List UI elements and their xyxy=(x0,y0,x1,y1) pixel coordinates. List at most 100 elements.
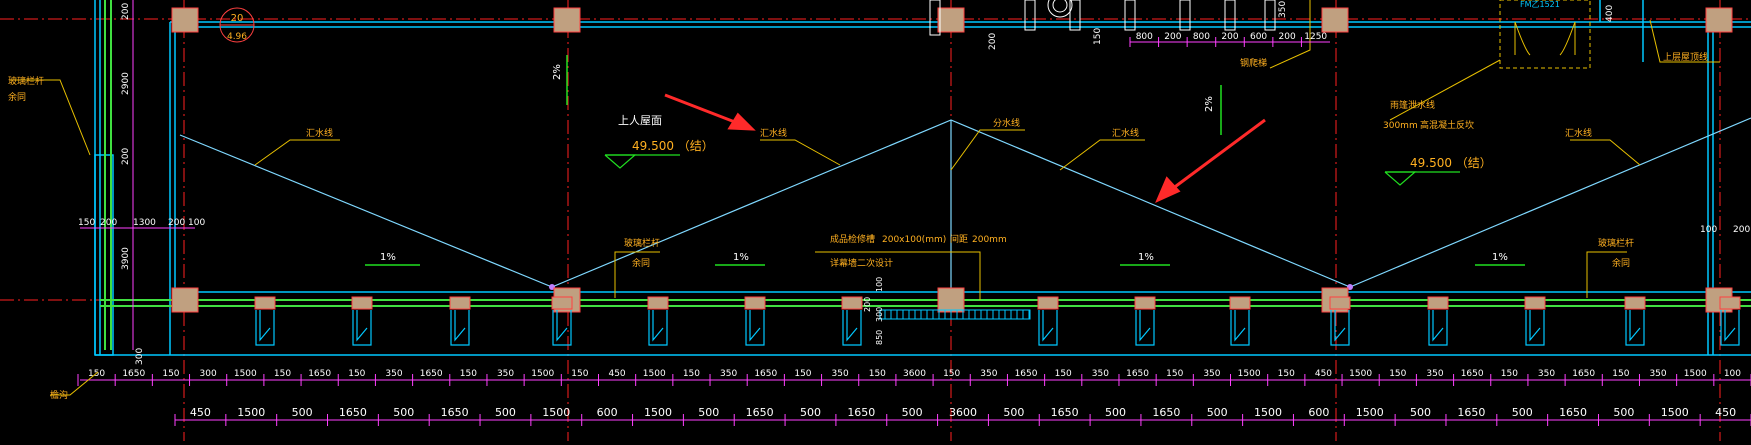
railing-pier xyxy=(351,296,373,346)
railing-note: 余同 xyxy=(1612,257,1630,269)
dimension-value: 350 xyxy=(1538,369,1555,379)
dim-text: 100 xyxy=(875,277,884,292)
ridge-line-label: 分水线 xyxy=(993,117,1020,129)
gutter-grate-bars xyxy=(884,310,1030,319)
dimension-row-1: 150 1650 150 300 1500 150 1650 150 350 1650 150 350… xyxy=(77,369,1751,386)
dimension-value: 200 xyxy=(1221,32,1238,42)
drain-line-label: 汇水线 xyxy=(1112,127,1139,139)
railing-pier xyxy=(1229,296,1251,346)
top-dimensions: 800 200 800 200 600 200 1250 xyxy=(1129,32,1330,47)
railing-pier xyxy=(254,296,276,346)
dim-text: 300 xyxy=(875,307,884,322)
dimension-value: 200 xyxy=(1279,32,1296,42)
dimension-value: 150 xyxy=(460,369,477,379)
red-arrow xyxy=(1155,118,1266,203)
gutter-spacing-label: 间距 xyxy=(950,233,968,245)
dimension-value: 1650 xyxy=(754,369,777,379)
elevation-marker xyxy=(604,154,1460,186)
slope-label: 1% xyxy=(1138,252,1154,263)
dim-text: 850 xyxy=(875,330,884,345)
sign-label: 雨篷泄水线 xyxy=(1390,99,1435,111)
dimension-value: 200 xyxy=(1164,32,1181,42)
dimension-value: 150 xyxy=(1612,369,1629,379)
tag-page: 4.96 xyxy=(227,32,247,42)
railing-pier xyxy=(744,296,766,346)
ladder-label: 钢爬梯 xyxy=(1240,57,1267,69)
roof-title: 上人屋面 xyxy=(618,114,662,127)
drainage-lines xyxy=(179,117,1751,290)
dimension-value: 800 xyxy=(1193,32,1210,42)
slope-label-vertical: 2% xyxy=(552,64,563,80)
elevation-label-right: 49.500 （结） xyxy=(1410,156,1492,170)
dimension-value: 150 xyxy=(571,369,588,379)
dimension-value: 1500 xyxy=(1254,406,1282,419)
dim-text: 150 xyxy=(78,218,95,228)
dimension-value: 1650 xyxy=(420,369,443,379)
dimension-value: 150 xyxy=(162,369,179,379)
railing-piers xyxy=(254,296,1741,346)
gutter-detail-note: 详幕墙二次设计 xyxy=(830,257,893,269)
dimension-value: 150 xyxy=(869,369,886,379)
dimension-value: 1500 xyxy=(1238,369,1261,379)
dimension-value: 1500 xyxy=(644,406,672,419)
dimension-value: 450 xyxy=(1315,369,1332,379)
dimension-value: 150 xyxy=(943,369,960,379)
elevation-label-left: 49.500 （结） xyxy=(632,139,714,153)
gutter-spacing: 200mm xyxy=(972,235,1007,245)
wall-outline xyxy=(94,0,1751,356)
dimension-value: 150 xyxy=(1389,369,1406,379)
dimension-value: 1250 xyxy=(1304,32,1327,42)
dimension-value: 1500 xyxy=(1684,369,1707,379)
dimension-value: 500 xyxy=(1207,406,1228,419)
section-tag: 20 4.96 xyxy=(219,7,255,43)
dim-text: 150 xyxy=(1093,28,1103,45)
dimension-value: 1650 xyxy=(1015,369,1038,379)
dimension-value: 1500 xyxy=(234,369,257,379)
dimension-value: 1650 xyxy=(1461,369,1484,379)
railing-pier xyxy=(1719,296,1741,346)
dim-text: 400 xyxy=(1605,5,1615,22)
dimension-value: 350 xyxy=(832,369,849,379)
dimension-value: 350 xyxy=(385,369,402,379)
dimension-value: 1500 xyxy=(542,406,570,419)
drain-line-label: 汇水线 xyxy=(760,127,787,139)
dim-text: 3900 xyxy=(121,247,131,270)
railing-pier xyxy=(551,296,573,346)
drain-line-label: 汇水线 xyxy=(1565,127,1592,139)
dimension-value: 350 xyxy=(720,369,737,379)
dimension-value: 600 xyxy=(597,406,618,419)
dimension-value: 500 xyxy=(292,406,313,419)
dimension-value: 500 xyxy=(1105,406,1126,419)
right-dimensions: 100 200 xyxy=(1700,225,1750,235)
dimension-value: 1650 xyxy=(308,369,331,379)
dimension-value: 500 xyxy=(495,406,516,419)
dimension-value: 1650 xyxy=(122,369,145,379)
dimension-value: 350 xyxy=(1203,369,1220,379)
railing-pier xyxy=(1524,296,1546,346)
drain-line-label: 汇水线 xyxy=(306,127,333,139)
dimension-value: 150 xyxy=(683,369,700,379)
dim-text: 200 xyxy=(121,3,131,20)
railing-pier xyxy=(1037,296,1059,346)
railing-pier xyxy=(841,296,863,346)
dimension-value: 100 xyxy=(1724,369,1741,379)
slope-label: 1% xyxy=(380,252,396,263)
dimension-value: 1500 xyxy=(1356,406,1384,419)
dimension-value: 150 xyxy=(274,369,291,379)
slope-label: 1% xyxy=(733,252,749,263)
railing-pier xyxy=(1329,296,1351,346)
dimension-value: 350 xyxy=(980,369,997,379)
dim-text: 200 xyxy=(863,297,872,312)
dimension-value: 1650 xyxy=(1152,406,1180,419)
railing-label: 玻璃栏杆 xyxy=(8,75,44,87)
dimension-value: 1650 xyxy=(847,406,875,419)
door-code: FM乙1521 xyxy=(1520,0,1560,9)
red-arrow xyxy=(664,93,756,131)
text-labels: 上人屋面 49.500 （结） 49.500 （结） 汇水线 汇水线 分水线 汇… xyxy=(8,0,1708,401)
dimension-value: 1650 xyxy=(1559,406,1587,419)
railing-note: 余同 xyxy=(8,91,26,103)
dimension-value: 600 xyxy=(1308,406,1329,419)
dim-text: 1300 xyxy=(133,218,156,228)
dim-text: 200 xyxy=(1733,225,1750,235)
columns xyxy=(171,7,1733,313)
